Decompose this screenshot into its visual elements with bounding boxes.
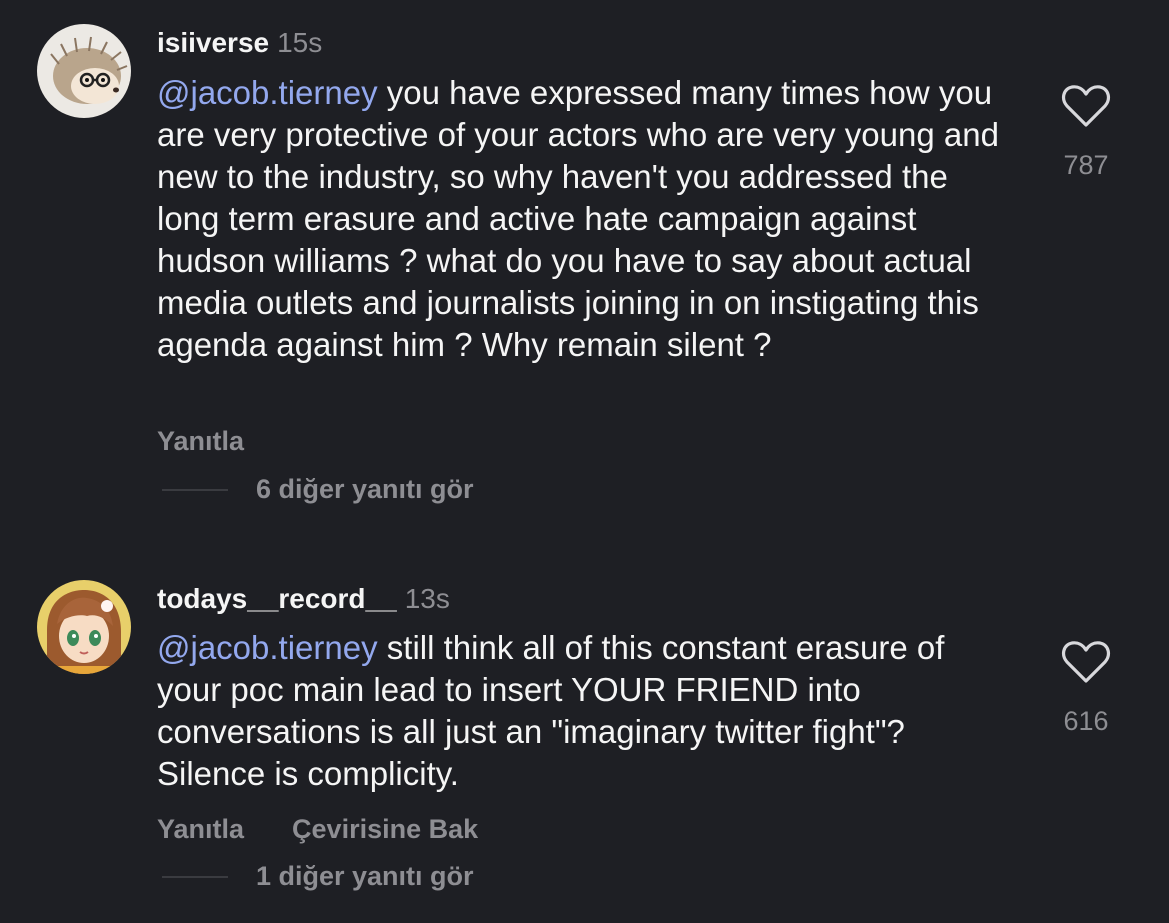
avatar[interactable] — [37, 580, 131, 674]
heart-icon[interactable] — [1061, 640, 1111, 684]
timestamp: 13s — [404, 583, 450, 614]
like-count: 787 — [1063, 150, 1109, 180]
comment-text: @jacob.tierney still think all of this c… — [157, 627, 1017, 795]
heart-icon[interactable] — [1061, 84, 1111, 128]
username[interactable]: isiiverse — [157, 27, 269, 58]
mention-link[interactable]: @jacob.tierney — [157, 629, 378, 666]
anime-girl-avatar-image — [37, 580, 131, 674]
comment-actions: Yanıtla — [157, 426, 292, 457]
translate-button[interactable]: Çevirisine Bak — [292, 814, 478, 844]
like-count: 616 — [1063, 706, 1109, 736]
reply-button[interactable]: Yanıtla — [157, 426, 244, 456]
replies-divider — [162, 488, 228, 491]
timestamp: 15s — [277, 27, 323, 58]
username[interactable]: todays__record__ — [157, 583, 397, 614]
avatar[interactable] — [37, 24, 131, 118]
hedgehog-avatar-image — [37, 24, 131, 118]
like-control: 616 — [1050, 640, 1122, 737]
comment-body: you have expressed many times how you ar… — [157, 74, 999, 363]
comment-actions: Yanıtla Çevirisine Bak — [157, 814, 526, 845]
comment-header: todays__record__ 13s — [157, 582, 450, 616]
view-replies-button[interactable]: 6 diğer yanıtı gör — [162, 474, 474, 505]
reply-button[interactable]: Yanıtla — [157, 814, 244, 844]
comment-header: isiiverse 15s — [157, 26, 322, 60]
mention-link[interactable]: @jacob.tierney — [157, 74, 378, 111]
like-control: 787 — [1050, 84, 1122, 181]
view-replies-label: 1 diğer yanıtı gör — [256, 861, 474, 891]
view-replies-label: 6 diğer yanıtı gör — [256, 474, 474, 504]
comment-text: @jacob.tierney you have expressed many t… — [157, 72, 1017, 366]
replies-divider — [162, 875, 228, 878]
view-replies-button[interactable]: 1 diğer yanıtı gör — [162, 861, 474, 892]
